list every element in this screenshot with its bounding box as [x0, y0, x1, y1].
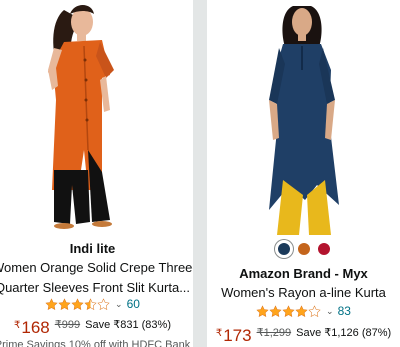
star-rating[interactable] — [256, 304, 321, 318]
star-icon — [45, 297, 58, 310]
rating-count[interactable]: 83 — [338, 304, 351, 318]
color-swatches — [207, 242, 400, 256]
currency-symbol: ₹ — [215, 328, 223, 339]
star-rating[interactable] — [45, 297, 110, 311]
product-title-line-1[interactable]: Women's Rayon a-line Kurta — [207, 283, 400, 303]
list-price: ₹999 — [54, 319, 81, 331]
product-title-line-2[interactable]: Quarter Sleeves Front Slit Kurta... — [0, 278, 193, 298]
star-icon — [269, 304, 282, 317]
chevron-down-icon[interactable]: ⌄ — [115, 299, 123, 310]
rating-count[interactable]: 60 — [127, 297, 140, 311]
product-title[interactable]: Women's Rayon a-line Kurta — [207, 283, 400, 303]
price[interactable]: ₹ 173 — [216, 326, 252, 346]
color-swatch-navy[interactable] — [276, 242, 291, 256]
savings: Save ₹1,126 (87%) — [296, 327, 392, 339]
currency-symbol: ₹ — [14, 320, 21, 331]
price-row: ₹ 173 ₹1,299 Save ₹1,126 (87%) — [207, 326, 400, 346]
price-row: ₹ 168 ₹999 Save ₹831 (83%) — [0, 318, 193, 338]
product-image[interactable] — [0, 0, 193, 235]
savings: Save ₹831 (83%) — [85, 319, 171, 331]
rating-widget[interactable]: ⌄ 60 — [0, 297, 193, 311]
product-title[interactable]: Women Orange Solid Crepe Three- Quarter … — [0, 258, 193, 298]
product-image[interactable] — [207, 0, 400, 235]
half-star-icon — [84, 297, 97, 310]
empty-star-icon — [308, 304, 321, 317]
price[interactable]: ₹ 168 — [14, 318, 50, 338]
product-card-indi-lite[interactable]: Indi lite Women Orange Solid Crepe Three… — [0, 0, 193, 347]
product-card-myx[interactable]: Amazon Brand - Myx Women's Rayon a-line … — [207, 0, 400, 347]
bank-offer: Prime Savings 10% off with HDFC Bank — [0, 339, 191, 347]
chevron-down-icon[interactable]: ⌄ — [326, 306, 334, 317]
list-price: ₹1,299 — [256, 327, 292, 339]
rating-widget[interactable]: ⌄ 83 — [207, 304, 400, 318]
product-grid: Indi lite Women Orange Solid Crepe Three… — [0, 0, 400, 347]
product-title-line-1[interactable]: Women Orange Solid Crepe Three- — [0, 258, 193, 278]
star-icon — [71, 297, 84, 310]
price-value: 173 — [223, 326, 252, 345]
empty-star-icon — [97, 297, 110, 310]
brand-name: Indi lite — [69, 241, 116, 256]
star-icon — [295, 304, 308, 317]
star-icon — [58, 297, 71, 310]
color-swatch-red[interactable] — [316, 242, 331, 256]
star-icon — [256, 304, 269, 317]
color-swatch-orange[interactable] — [296, 242, 311, 256]
price-value: 168 — [21, 318, 50, 337]
brand-name: Amazon Brand - Myx — [239, 266, 368, 281]
star-icon — [282, 304, 295, 317]
